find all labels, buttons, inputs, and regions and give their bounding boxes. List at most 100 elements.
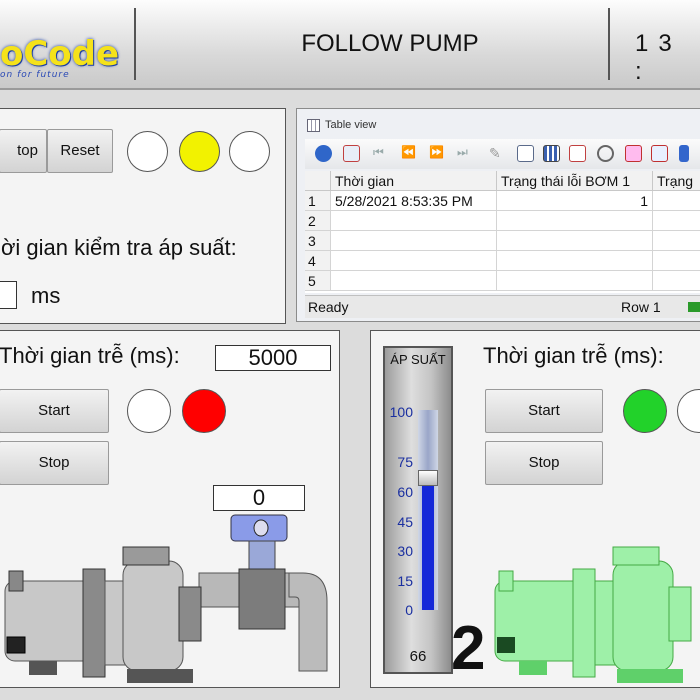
status-lamp-yellow [179, 131, 220, 172]
pump1-delay-input[interactable]: 5000 [215, 345, 331, 371]
last-record-icon[interactable]: ⏭ [457, 145, 474, 162]
status-lamp [127, 131, 168, 172]
pipe-elbow [288, 572, 328, 672]
row-number: 1 [305, 191, 331, 211]
status-bar: Ready Row 1 [305, 295, 700, 318]
pressure-check-unit: ms [31, 283, 61, 308]
help-icon[interactable] [315, 145, 332, 162]
row-number: 2 [305, 211, 331, 231]
gauge-tick-label: 30 [397, 543, 413, 559]
pump1-junction-box [6, 636, 26, 654]
header-divider [134, 8, 136, 80]
previous-page-icon[interactable]: ⏪ [401, 145, 418, 162]
properties-icon[interactable] [343, 145, 360, 162]
row-number: 3 [305, 231, 331, 251]
table-cell[interactable] [331, 251, 497, 271]
reset-button[interactable]: Reset [47, 129, 113, 173]
logo: oCode on for future [0, 0, 135, 88]
flow-meter-body [238, 568, 286, 630]
header-divider [608, 8, 610, 80]
column-header-time[interactable]: Thời gian [331, 171, 497, 191]
gauge-tick-label: 15 [397, 573, 413, 589]
column-header-pump2-error[interactable]: Trạng [653, 171, 700, 191]
pump1-volute [122, 560, 184, 672]
table-cell[interactable] [497, 251, 653, 271]
table-cell[interactable]: 1 [497, 191, 653, 211]
timer-icon[interactable] [597, 145, 614, 162]
columns-icon[interactable] [543, 145, 560, 162]
pump1-foot [29, 661, 57, 675]
gauge-tick-label: 100 [389, 404, 413, 420]
pump1-base [127, 669, 193, 683]
pump2-status-lamp [677, 389, 700, 433]
pump2-base [617, 669, 683, 683]
table-view-title: Table view [325, 119, 377, 131]
row-number-header [305, 171, 331, 191]
stop-button[interactable]: top [0, 129, 47, 173]
pump1-illustration [4, 514, 328, 683]
logo-text: oCode [0, 34, 120, 74]
table-cell[interactable] [497, 271, 653, 291]
row-number: 4 [305, 251, 331, 271]
gauge-fill [422, 478, 434, 610]
pump1-terminal [8, 570, 24, 592]
first-record-icon[interactable]: ⏮ [373, 145, 390, 162]
pump1-alarm-lamp [182, 389, 226, 433]
pump1-status-lamp [127, 389, 171, 433]
pump2-running-lamp [623, 389, 667, 433]
gauge-tick-label: 45 [397, 514, 413, 530]
pump2-illustration [494, 546, 692, 683]
table-cell[interactable] [331, 211, 497, 231]
gauge-slider-thumb[interactable] [418, 470, 438, 486]
column-header-pump1-error[interactable]: Trạng thái lỗi BƠM 1 [497, 171, 653, 191]
table-cell[interactable] [331, 271, 497, 291]
edit-pencil-icon[interactable]: ✎ [489, 145, 506, 162]
logo-tagline: on for future [0, 70, 70, 80]
pump2-number: 2 [451, 614, 486, 683]
pump1-start-button[interactable]: Start [0, 389, 109, 433]
pump2-stop-button[interactable]: Stop [485, 441, 603, 485]
pressure-check-label: ời gian kiểm tra áp suất: [1, 235, 237, 260]
pump1-sensor-readout: 0 [213, 485, 305, 511]
pump2-foot [519, 661, 547, 675]
pressure-check-input[interactable] [0, 281, 17, 309]
flow-meter-dial [253, 519, 269, 537]
table-cell[interactable] [497, 231, 653, 251]
table-cell[interactable]: 5/28/2021 8:53:35 PM [331, 191, 497, 211]
table-cell[interactable] [331, 231, 497, 251]
header-bar: oCode on for future FOLLOW PUMP 13 : [0, 0, 700, 90]
gauge-title: ÁP SUẤT [390, 352, 446, 367]
import-icon[interactable] [651, 145, 668, 162]
pump2-start-button[interactable]: Start [485, 389, 603, 433]
table-cell[interactable] [497, 211, 653, 231]
pump1-stop-button[interactable]: Stop [0, 441, 109, 485]
next-page-icon[interactable]: ⏩ [429, 145, 446, 162]
pump2-outlet-flange [668, 586, 692, 642]
page-title: FOLLOW PUMP [301, 30, 479, 57]
gauge-tick-label: 60 [397, 484, 413, 500]
table-cell[interactable] [653, 251, 700, 271]
clock: 13 : [635, 30, 682, 85]
status-text: Ready [308, 299, 349, 315]
table-cell[interactable] [653, 271, 700, 291]
table-cell[interactable] [653, 191, 700, 211]
table-toolbar: ⏮ ⏪ ⏩ ⏭ ✎ [305, 139, 700, 169]
gauge-value: 66 [409, 648, 427, 665]
gauge-tick-label: 0 [405, 602, 413, 618]
export-icon[interactable] [625, 145, 642, 162]
table-icon [307, 119, 320, 132]
table-cell[interactable] [653, 231, 700, 251]
table-view: Table view ⏮ ⏪ ⏩ ⏭ ✎ Thời gian Trạng thá… [296, 108, 700, 322]
pump1-delay-label: Thời gian trễ (ms): [0, 343, 180, 368]
pump1-panel: Thời gian trễ (ms): 5000 Start Stop 0 [0, 330, 340, 688]
copy-icon[interactable] [517, 145, 534, 162]
pump1-outlet-flange [178, 586, 202, 642]
pump2-terminal [498, 570, 514, 592]
pump2-flange [572, 568, 596, 678]
more-icon[interactable] [679, 145, 689, 162]
table-cell[interactable] [653, 211, 700, 231]
select-columns-icon[interactable] [569, 145, 586, 162]
pump1-inlet [122, 546, 170, 566]
data-grid: Thời gian Trạng thái lỗi BƠM 1 Trạng 1 5… [305, 171, 700, 293]
pump2-volute [612, 560, 674, 672]
